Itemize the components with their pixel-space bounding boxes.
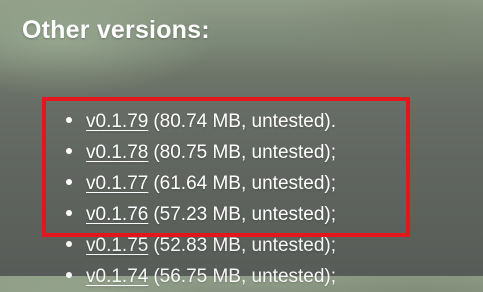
version-info: (52.83 MB, untested); <box>153 235 337 256</box>
other-versions-panel: Other versions: v0.1.79 (80.74 MB, untest… <box>0 0 483 287</box>
bullet-icon <box>66 240 72 247</box>
highlight-annotation-box <box>42 97 410 237</box>
other-versions-heading: Other versions: <box>22 16 210 44</box>
version-link-0-1-75[interactable]: v0.1.75 <box>86 235 148 256</box>
bullet-icon <box>66 271 72 278</box>
version-item-0-1-74: v0.1.74 (56.75 MB, untested); <box>46 261 336 292</box>
version-link-0-1-74[interactable]: v0.1.74 <box>86 266 148 287</box>
version-info: (56.75 MB, untested); <box>153 266 337 287</box>
